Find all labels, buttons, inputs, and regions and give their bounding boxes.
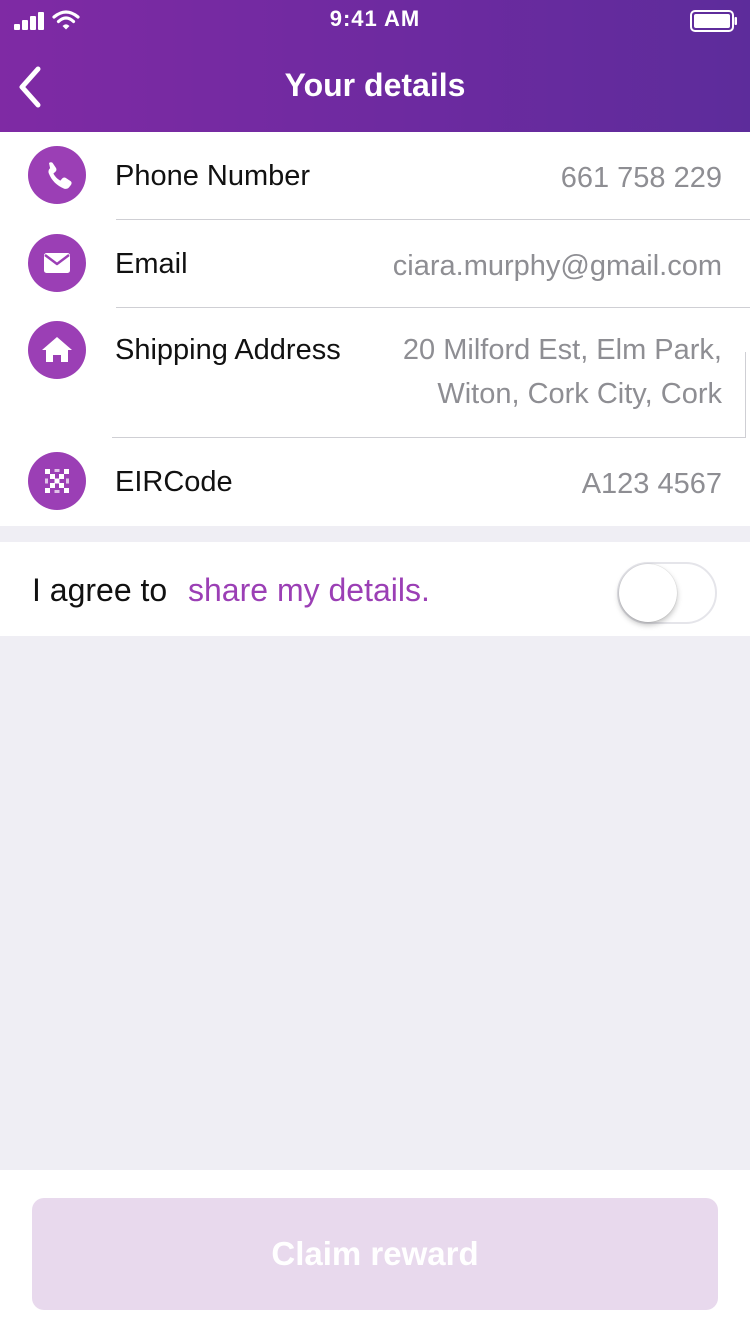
battery-full-icon (690, 10, 737, 32)
list-item-eircode[interactable]: EIRCode A123 4567 (0, 438, 750, 526)
row-label: Phone Number (115, 160, 311, 192)
toggle-knob (619, 564, 677, 622)
phone-icon (28, 146, 86, 204)
details-list: Phone Number 661 758 229 Email ciara.mur… (0, 132, 750, 526)
row-label: EIRCode (115, 466, 233, 498)
address-line-2: Witon, Cork City, Cork (437, 378, 722, 410)
address-value: 20 Milford Est, Elm Park, Witon, Cork Ci… (403, 328, 722, 416)
claim-reward-button[interactable]: Claim reward (32, 1198, 718, 1310)
row-value: A123 4567 (581, 468, 722, 500)
row-value: 661 758 229 (560, 162, 722, 194)
list-item-email[interactable]: Email ciara.murphy@gmail.com (0, 220, 750, 308)
row-value: ciara.murphy@gmail.com (392, 250, 722, 282)
list-item-shipping-address[interactable]: Shipping Address 20 Milford Est, Elm Par… (0, 308, 750, 438)
footer: Claim reward (0, 1170, 750, 1334)
status-bar: 9:41 AM (0, 0, 750, 40)
nav-header: 9:41 AM Your details (0, 0, 750, 132)
eircode-icon (28, 452, 86, 510)
mail-icon (28, 234, 86, 292)
consent-label: I agree to (32, 572, 168, 608)
address-line-1: 20 Milford Est, Elm Park, (402, 334, 722, 366)
list-item-phone[interactable]: Phone Number 661 758 229 (0, 132, 750, 220)
row-label: Shipping Address (115, 334, 341, 366)
divider (745, 352, 746, 438)
consent-toggle[interactable] (617, 562, 717, 624)
row-label: Email (115, 248, 188, 280)
share-details-link[interactable]: share my details. (188, 572, 430, 609)
home-icon (28, 321, 86, 379)
page-title: Your details (284, 67, 466, 103)
status-time: 9:41 AM (329, 6, 421, 31)
